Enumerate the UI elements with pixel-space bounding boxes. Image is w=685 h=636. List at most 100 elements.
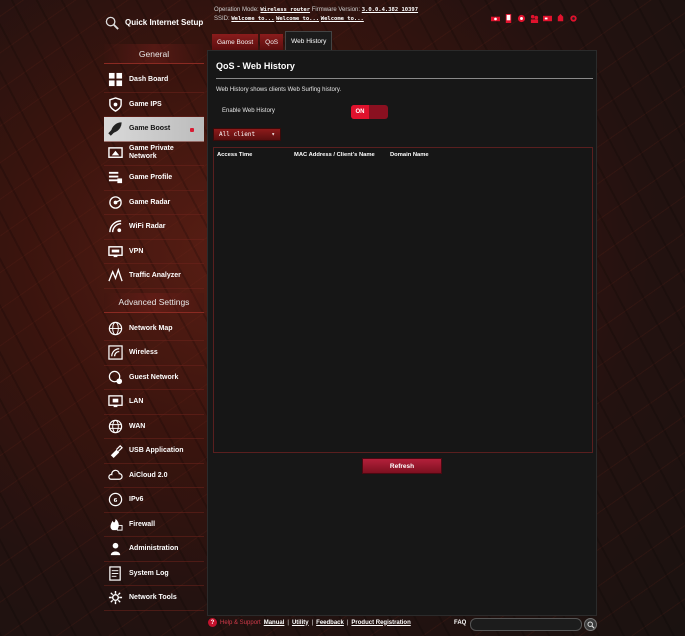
faq-label: FAQ — [454, 620, 467, 626]
sidebar-item-lan[interactable]: LAN — [104, 390, 204, 415]
sidebar-item-label: Game Profile — [129, 174, 173, 182]
ssid-link-2[interactable]: Welcome to... — [276, 16, 319, 22]
cloud-icon — [107, 467, 123, 483]
users-icon[interactable] — [530, 10, 539, 23]
sidebar-item-game-ips[interactable]: Game IPS — [104, 93, 204, 117]
ssid-label: SSID: — [214, 16, 230, 22]
sidebar-item-label: LAN — [129, 398, 144, 406]
globe-icon — [107, 418, 123, 434]
sidebar-item-aicloud[interactable]: AiCloud 2.0 — [104, 464, 204, 488]
sidebar-item-label: Game Boost — [129, 125, 171, 133]
sidebar-item-label: Game Radar — [129, 198, 171, 206]
quick-internet-setup[interactable]: Quick Internet Setup — [104, 8, 204, 36]
faq-search-button[interactable] — [584, 618, 597, 631]
wireless-icon — [107, 345, 123, 361]
router-info: Operation Mode: Wireless router Firmware… — [214, 6, 418, 24]
vpn-icon — [107, 243, 123, 259]
help-icon: ? — [208, 618, 217, 627]
tab-game-boost[interactable]: Game Boost — [212, 34, 259, 50]
sidebar-item-ipv6[interactable]: 6 IPv6 — [104, 488, 204, 513]
help-support-label: Help & Support — [220, 619, 261, 626]
sidebar-item-label: Administration — [129, 545, 179, 553]
sidebar-item-network-tools[interactable]: Network Tools — [104, 586, 204, 611]
sidebar: General Dash Board Game IPS Game Boost G… — [104, 44, 204, 611]
sidebar-item-guest-network[interactable]: Guest Network — [104, 366, 204, 390]
wifi-radar-icon — [107, 219, 123, 235]
enable-web-history-label: Enable Web History — [222, 108, 275, 114]
sidebar-item-label: Guest Network — [129, 373, 179, 381]
client-select-value: All client — [219, 131, 256, 138]
monitor-icon — [107, 145, 123, 161]
sidebar-item-label: Game Private Network — [129, 145, 174, 161]
sidebar-item-usb-application[interactable]: USB Application — [104, 439, 204, 464]
separator: | — [287, 619, 289, 626]
sidebar-item-label: AiCloud 2.0 — [129, 471, 168, 479]
web-history-table: Access Time MAC Address / Client's Name … — [213, 147, 593, 453]
sidebar-item-game-boost[interactable]: Game Boost — [104, 117, 204, 142]
sidebar-item-administration[interactable]: Administration — [104, 537, 204, 562]
sidebar-item-label: USB Application — [129, 447, 184, 455]
toggle-state: ON — [351, 105, 369, 119]
sidebar-item-label: Dash Board — [129, 76, 169, 84]
sidebar-item-game-private-network[interactable]: Game Private Network — [104, 142, 204, 166]
firmware-link[interactable]: 3.0.0.4.382_10397 — [362, 7, 418, 13]
refresh-button[interactable]: Refresh — [362, 458, 442, 474]
shield-icon — [107, 96, 123, 112]
client-icon[interactable] — [504, 10, 513, 23]
utility-link[interactable]: Utility — [292, 620, 309, 626]
sidebar-item-wifi-radar[interactable]: WiFi Radar — [104, 215, 204, 240]
guest-network-icon — [107, 369, 123, 385]
ssid-link-1[interactable]: Welcome to... — [231, 16, 274, 22]
sidebar-item-label: IPv6 — [129, 496, 144, 504]
search-icon — [586, 620, 595, 629]
sidebar-item-label: Network Map — [129, 324, 173, 332]
sidebar-item-label: Firewall — [129, 520, 156, 528]
col-domain-name: Domain Name — [390, 152, 429, 158]
sidebar-item-label: Wireless — [129, 349, 158, 357]
tab-web-history[interactable]: Web History — [285, 31, 333, 50]
network-map-icon — [107, 320, 123, 336]
tools-icon — [107, 590, 123, 606]
sidebar-item-game-radar[interactable]: Game Radar — [104, 191, 204, 215]
quick-setup-icon — [104, 14, 120, 30]
sidebar-item-system-log[interactable]: System Log — [104, 562, 204, 586]
chevron-down-icon: ▾ — [271, 131, 275, 138]
quick-setup-label: Quick Internet Setup — [125, 17, 204, 27]
sidebar-item-label: Game IPS — [129, 100, 162, 108]
rocket-icon — [107, 121, 123, 137]
sidebar-item-label: WiFi Radar — [129, 223, 166, 231]
sidebar-item-label: System Log — [129, 569, 169, 577]
app-icon[interactable] — [543, 10, 552, 22]
op-mode-link[interactable]: Wireless router — [260, 7, 310, 13]
product-registration-link[interactable]: Product Registration — [351, 620, 410, 626]
settings-icon[interactable] — [569, 10, 578, 22]
sidebar-item-traffic-analyzer[interactable]: Traffic Analyzer — [104, 264, 204, 289]
sidebar-item-vpn[interactable]: VPN — [104, 240, 204, 264]
notification-icon[interactable] — [556, 10, 565, 22]
client-select[interactable]: All client ▾ — [213, 128, 281, 141]
profile-icon — [107, 170, 123, 186]
sidebar-item-network-map[interactable]: Network Map — [104, 317, 204, 341]
traffic-icon — [107, 268, 123, 284]
feedback-link[interactable]: Feedback — [316, 620, 344, 626]
page-description: Web History shows clients Web Surfing hi… — [216, 87, 342, 93]
col-access-time: Access Time — [217, 152, 253, 158]
sidebar-item-wireless[interactable]: Wireless — [104, 341, 204, 366]
tab-qos[interactable]: QoS — [260, 34, 284, 50]
sidebar-item-wan[interactable]: WAN — [104, 415, 204, 439]
main-panel: QoS - Web History Web History shows clie… — [207, 50, 597, 616]
status-icons — [491, 10, 578, 23]
advanced-settings-header: Advanced Settings — [104, 292, 204, 313]
col-mac-address: MAC Address / Client's Name — [294, 152, 375, 158]
faq-search-input[interactable] — [470, 618, 582, 631]
sidebar-item-dashboard[interactable]: Dash Board — [104, 68, 204, 93]
ssid-link-3[interactable]: Welcome to... — [321, 16, 364, 22]
lan-icon — [107, 394, 123, 410]
sidebar-item-firewall[interactable]: Firewall — [104, 513, 204, 537]
enable-web-history-toggle[interactable]: ON — [351, 105, 388, 119]
usb-status-icon[interactable] — [517, 10, 526, 23]
sidebar-item-game-profile[interactable]: Game Profile — [104, 166, 204, 191]
manual-link[interactable]: Manual — [264, 620, 285, 626]
network-status-icon[interactable] — [491, 10, 500, 22]
usb-icon — [107, 443, 123, 459]
